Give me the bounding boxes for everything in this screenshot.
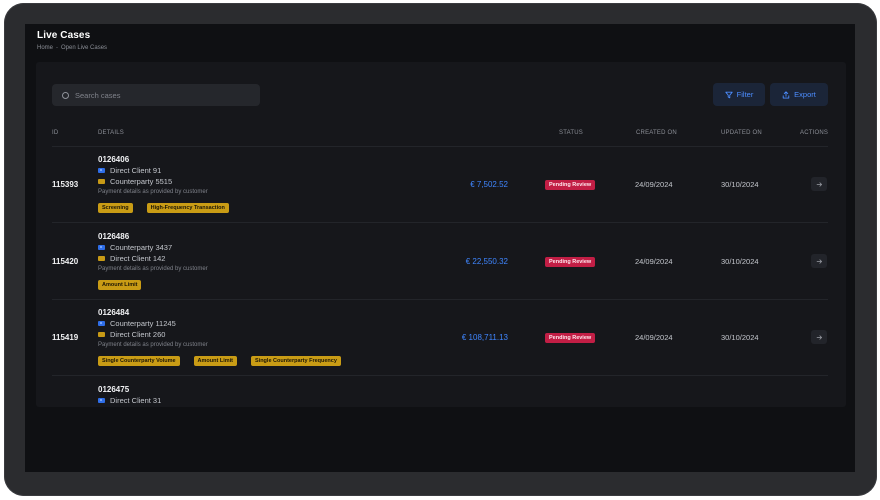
party-line: Direct Client 91 <box>98 166 161 175</box>
status-badge: Pending Review <box>545 333 596 343</box>
column-header-updated[interactable]: UPDATED ON <box>721 130 762 136</box>
breadcrumb-separator: - <box>56 45 59 51</box>
export-button-label: Export <box>794 90 816 99</box>
party-name: Direct Client 260 <box>110 330 166 339</box>
counterparty-icon <box>98 321 105 326</box>
updated-date: 30/10/2024 <box>721 333 759 342</box>
filter-button-label: Filter <box>736 90 754 99</box>
status-badge: Pending Review <box>545 257 596 267</box>
export-icon <box>782 90 790 98</box>
column-header-id[interactable]: ID <box>52 130 58 136</box>
tag-list: Amount Limit <box>98 280 142 290</box>
tag-list: Screening High-Frequency Transaction <box>98 203 229 213</box>
status-badge: Pending Review <box>545 180 596 190</box>
party-name: Direct Client 142 <box>110 254 166 263</box>
filter-button[interactable]: Filter <box>713 83 765 106</box>
created-date: 24/09/2024 <box>635 333 673 342</box>
case-number[interactable]: 0126475 <box>98 385 129 394</box>
table-header: ID DETAILS STATUS CREATED ON UPDATED ON … <box>36 126 846 144</box>
page-title: Live Cases <box>37 30 91 41</box>
open-case-button[interactable] <box>811 330 827 344</box>
divider <box>52 222 828 223</box>
breadcrumb-home[interactable]: Home <box>37 45 53 51</box>
case-amount: € 22,550.32 <box>465 257 508 266</box>
search-box[interactable] <box>52 84 260 106</box>
table-row[interactable]: 0126475 Direct Client 31 <box>36 377 846 407</box>
client-icon <box>98 256 105 261</box>
filter-icon <box>725 91 733 98</box>
party-name: Counterparty 5515 <box>110 177 173 186</box>
column-header-created[interactable]: CREATED ON <box>636 130 677 136</box>
created-date: 24/09/2024 <box>635 180 673 189</box>
open-case-button[interactable] <box>811 177 827 191</box>
page-header: Live Cases Home - Open Live Cases <box>37 30 107 51</box>
party-name: Counterparty 3437 <box>110 243 173 252</box>
client-icon <box>98 332 105 337</box>
table-row[interactable]: 115420 0126486 Counterparty 3437 Direct … <box>36 224 846 300</box>
case-description: Payment details as provided by customer <box>98 342 208 348</box>
client-icon <box>98 168 105 173</box>
case-id: 115393 <box>52 180 79 189</box>
device-frame: Live Cases Home - Open Live Cases Filter <box>4 3 877 496</box>
column-header-details[interactable]: DETAILS <box>98 130 124 136</box>
counterparty-icon <box>98 179 105 184</box>
party-name: Direct Client 91 <box>110 166 162 175</box>
export-button[interactable]: Export <box>770 83 828 106</box>
app-screen: Live Cases Home - Open Live Cases Filter <box>25 24 855 472</box>
updated-date: 30/10/2024 <box>721 180 759 189</box>
party-name: Counterparty 11245 <box>110 319 176 328</box>
party-line: Direct Client 31 <box>98 396 161 405</box>
breadcrumb: Home - Open Live Cases <box>37 45 107 51</box>
breadcrumb-current: Open Live Cases <box>61 45 108 51</box>
rule-tag: Screening <box>98 203 133 213</box>
case-amount: € 108,711.13 <box>461 333 508 342</box>
open-case-button[interactable] <box>811 254 827 268</box>
table-row[interactable]: 115419 0126484 Counterparty 11245 Direct… <box>36 300 846 376</box>
party-line: Counterparty 5515 <box>98 177 172 186</box>
arrow-right-icon <box>816 181 822 187</box>
updated-date: 30/10/2024 <box>721 257 759 266</box>
case-description: Payment details as provided by customer <box>98 189 208 195</box>
party-name: Direct Client 31 <box>110 396 162 405</box>
cases-panel: Filter Export ID DETAILS STATUS CREATED … <box>36 62 846 407</box>
party-line: Direct Client 142 <box>98 254 165 263</box>
party-line: Counterparty 11245 <box>98 319 176 328</box>
case-number[interactable]: 0126406 <box>98 155 129 164</box>
search-icon <box>62 91 69 99</box>
case-number[interactable]: 0126484 <box>98 308 129 317</box>
rule-tag: High-Frequency Transaction <box>146 203 229 213</box>
client-icon <box>98 398 105 403</box>
table-row[interactable]: 115393 0126406 Direct Client 91 Counterp… <box>36 147 846 223</box>
rule-tag: Amount Limit <box>98 280 142 290</box>
rule-tag: Single Counterparty Frequency <box>251 356 341 366</box>
counterparty-icon <box>98 245 105 250</box>
case-amount: € 7,502.52 <box>470 180 508 189</box>
rule-tag: Single Counterparty Volume <box>98 356 180 366</box>
case-description: Payment details as provided by customer <box>98 266 208 272</box>
rule-tag: Amount Limit <box>193 356 237 366</box>
party-line: Direct Client 260 <box>98 330 165 339</box>
case-id: 115419 <box>52 333 79 342</box>
case-id: 115420 <box>52 257 79 266</box>
party-line: Counterparty 3437 <box>98 243 172 252</box>
arrow-right-icon <box>816 258 822 264</box>
tag-list: Single Counterparty Volume Amount Limit … <box>98 356 341 366</box>
arrow-right-icon <box>816 334 822 340</box>
created-date: 24/09/2024 <box>635 257 673 266</box>
search-input[interactable] <box>75 90 245 100</box>
column-header-actions: ACTIONS <box>800 130 829 136</box>
divider <box>52 375 828 376</box>
case-number[interactable]: 0126486 <box>98 232 129 241</box>
column-header-status[interactable]: STATUS <box>559 130 583 136</box>
